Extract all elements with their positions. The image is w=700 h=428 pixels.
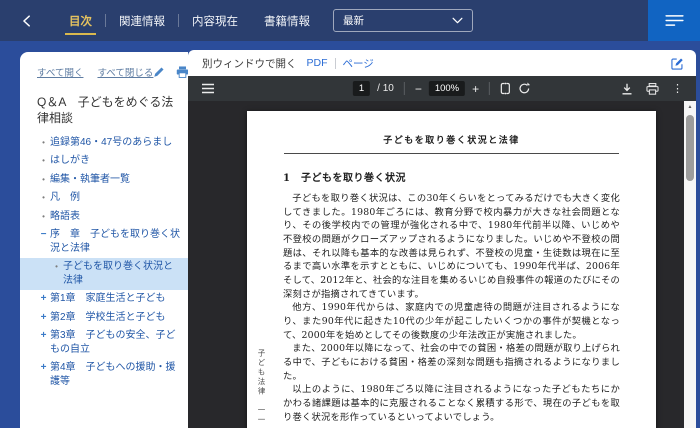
expand-all-link[interactable]: すべて開く — [37, 65, 83, 79]
header-rule — [284, 153, 619, 154]
toc-item-abbreviations[interactable]: •略語表 — [20, 207, 188, 226]
content-header: 別ウィンドウで開く PDF ページ — [188, 50, 696, 76]
tab-related-info[interactable]: 関連情報 — [106, 0, 178, 41]
scroll-up-icon[interactable]: ▲ — [684, 101, 696, 112]
section-heading-1: 1 子どもを取り巻く状況 — [283, 169, 620, 184]
pencil-icon[interactable] — [153, 66, 165, 78]
more-options-button[interactable]: ⋮ — [672, 82, 683, 95]
toc-sidebar: すべて開く すべて閉じる Q＆A 子どもをめぐる法律相談 •追録第46・47号の… — [20, 52, 188, 428]
tab-label: 書籍情報 — [264, 13, 310, 29]
edit-note-button[interactable] — [671, 57, 684, 70]
main-menu-button[interactable] — [648, 0, 700, 41]
tab-toc[interactable]: 目次 — [56, 0, 105, 41]
toc-controls: すべて開く すべて閉じる — [20, 52, 188, 79]
page-number-input[interactable]: 1 — [353, 81, 370, 96]
tab-current-content[interactable]: 内容現在 — [179, 0, 251, 41]
scrollbar-thumb[interactable] — [686, 115, 694, 181]
rotate-icon — [518, 82, 531, 95]
tab-label: 関連情報 — [119, 13, 165, 29]
tab-bar: 目次 関連情報 内容現在 書籍情報 — [56, 0, 323, 41]
pdf-link[interactable]: PDF — [307, 57, 328, 69]
divider — [335, 58, 336, 69]
pdf-viewer: 子どもを取り巻く状況と法律 子ども法律 一一 1 子どもを取り巻く状況 子どもを… — [188, 101, 696, 428]
sidebar-icon-group — [153, 66, 188, 78]
pdf-action-buttons: ⋮ — [621, 82, 683, 95]
divider — [404, 82, 405, 95]
book-title: Q＆A 子どもをめぐる法律相談 — [20, 79, 188, 133]
rotate-button[interactable] — [518, 82, 531, 95]
collapse-all-link[interactable]: すべて閉じる — [97, 65, 153, 79]
viewer-scrollbar[interactable]: ▲ — [684, 101, 696, 428]
toc-item-editors[interactable]: •編集・執筆者一覧 — [20, 170, 188, 189]
running-header: 子どもを取り巻く状況と法律 — [283, 133, 620, 146]
toc-item-supplement[interactable]: •追録第46・47号のあらまし — [20, 133, 188, 152]
pdf-page-controls: 1 / 10 − 100% + — [353, 81, 531, 96]
zoom-out-button[interactable]: − — [415, 83, 422, 95]
download-button[interactable] — [621, 83, 633, 95]
fit-page-button[interactable] — [500, 82, 511, 95]
toc-item-chapter2[interactable]: +第2章 学校生活と子ども — [20, 308, 188, 327]
toc-item-intro-chapter[interactable]: −序 章 子どもを取り巻く状況と法律 — [20, 226, 188, 258]
zoom-in-button[interactable]: + — [472, 83, 479, 95]
compose-icon — [671, 57, 684, 70]
toc-item-conventions[interactable]: •凡 例 — [20, 189, 188, 208]
bullet-icon: • — [37, 154, 50, 168]
toc-item-chapter3[interactable]: +第3章 子どもの安全、子どもの自立 — [20, 327, 188, 359]
page-total-label: / 10 — [377, 83, 394, 94]
paragraph: 子どもを取り巻く状況は、この30年くらいをとってみるだけでも大きく変化してきまし… — [283, 192, 620, 301]
back-button[interactable] — [14, 8, 40, 34]
expand-icon[interactable]: + — [37, 329, 50, 343]
open-new-window-label: 別ウィンドウで開く — [202, 56, 297, 71]
expand-icon[interactable]: + — [37, 292, 50, 306]
tab-book-info[interactable]: 書籍情報 — [251, 0, 323, 41]
content-panel: 別ウィンドウで開く PDF ページ 1 / 10 − 100% + — [188, 50, 696, 428]
menu-icon — [665, 14, 684, 27]
pdf-sidebar-toggle-button[interactable] — [201, 83, 215, 94]
bullet-icon: • — [37, 210, 50, 224]
toc-item-intro-section-selected[interactable]: •子どもを取り巻く状況と法律 — [20, 258, 188, 290]
dropdown-value: 最新 — [343, 13, 364, 28]
bullet-icon: • — [37, 173, 50, 187]
page-margin-label: 子ども法律 一一 — [256, 349, 267, 425]
divider — [489, 82, 490, 95]
version-dropdown[interactable]: 最新 — [333, 9, 473, 32]
print-icon[interactable] — [176, 66, 188, 78]
hamburger-icon — [201, 83, 215, 94]
pdf-page: 子どもを取り巻く状況と法律 子ども法律 一一 1 子どもを取り巻く状況 子どもを… — [247, 111, 656, 428]
collapse-icon[interactable]: − — [37, 228, 50, 242]
chevron-left-icon — [20, 14, 34, 28]
bullet-icon: • — [37, 136, 50, 150]
fit-page-icon — [500, 82, 511, 95]
page-view-link[interactable]: ページ — [343, 56, 374, 71]
download-icon — [621, 83, 633, 95]
topbar: 目次 関連情報 内容現在 書籍情報 最新 — [0, 0, 700, 41]
expand-icon[interactable]: + — [37, 311, 50, 325]
bullet-icon: • — [50, 260, 63, 274]
app: 目次 関連情報 内容現在 書籍情報 最新 すべて開く すべて閉じる — [0, 0, 700, 428]
zoom-level-display: 100% — [429, 81, 465, 96]
tab-label: 目次 — [69, 13, 92, 29]
paragraph: 他方、1990年代からは、家庭内での児童虐待の問題が注目されるようになり、また9… — [283, 301, 620, 342]
paragraph: 以上のように、1980年ごろ以降に注目されるようになった子どもたちにかかわる諸課… — [283, 383, 620, 424]
paragraph: また、2000年以降になって、社会の中での貧困・格差の問題が取り上げられる中で、… — [283, 342, 620, 383]
toc-item-chapter1[interactable]: +第1章 家庭生活と子ども — [20, 290, 188, 309]
chevron-down-icon — [452, 17, 463, 24]
print-button[interactable] — [646, 83, 659, 95]
bullet-icon: • — [37, 191, 50, 205]
toc-list: •追録第46・47号のあらまし •はしがき •編集・執筆者一覧 •凡 例 •略語… — [20, 133, 188, 391]
pdf-toolbar: 1 / 10 − 100% + — [188, 76, 696, 101]
toc-item-preface[interactable]: •はしがき — [20, 152, 188, 171]
expand-icon[interactable]: + — [37, 361, 50, 375]
tab-label: 内容現在 — [192, 13, 238, 29]
printer-icon — [646, 83, 659, 95]
toc-item-chapter4[interactable]: +第4章 子どもへの援助・援護等 — [20, 359, 188, 391]
